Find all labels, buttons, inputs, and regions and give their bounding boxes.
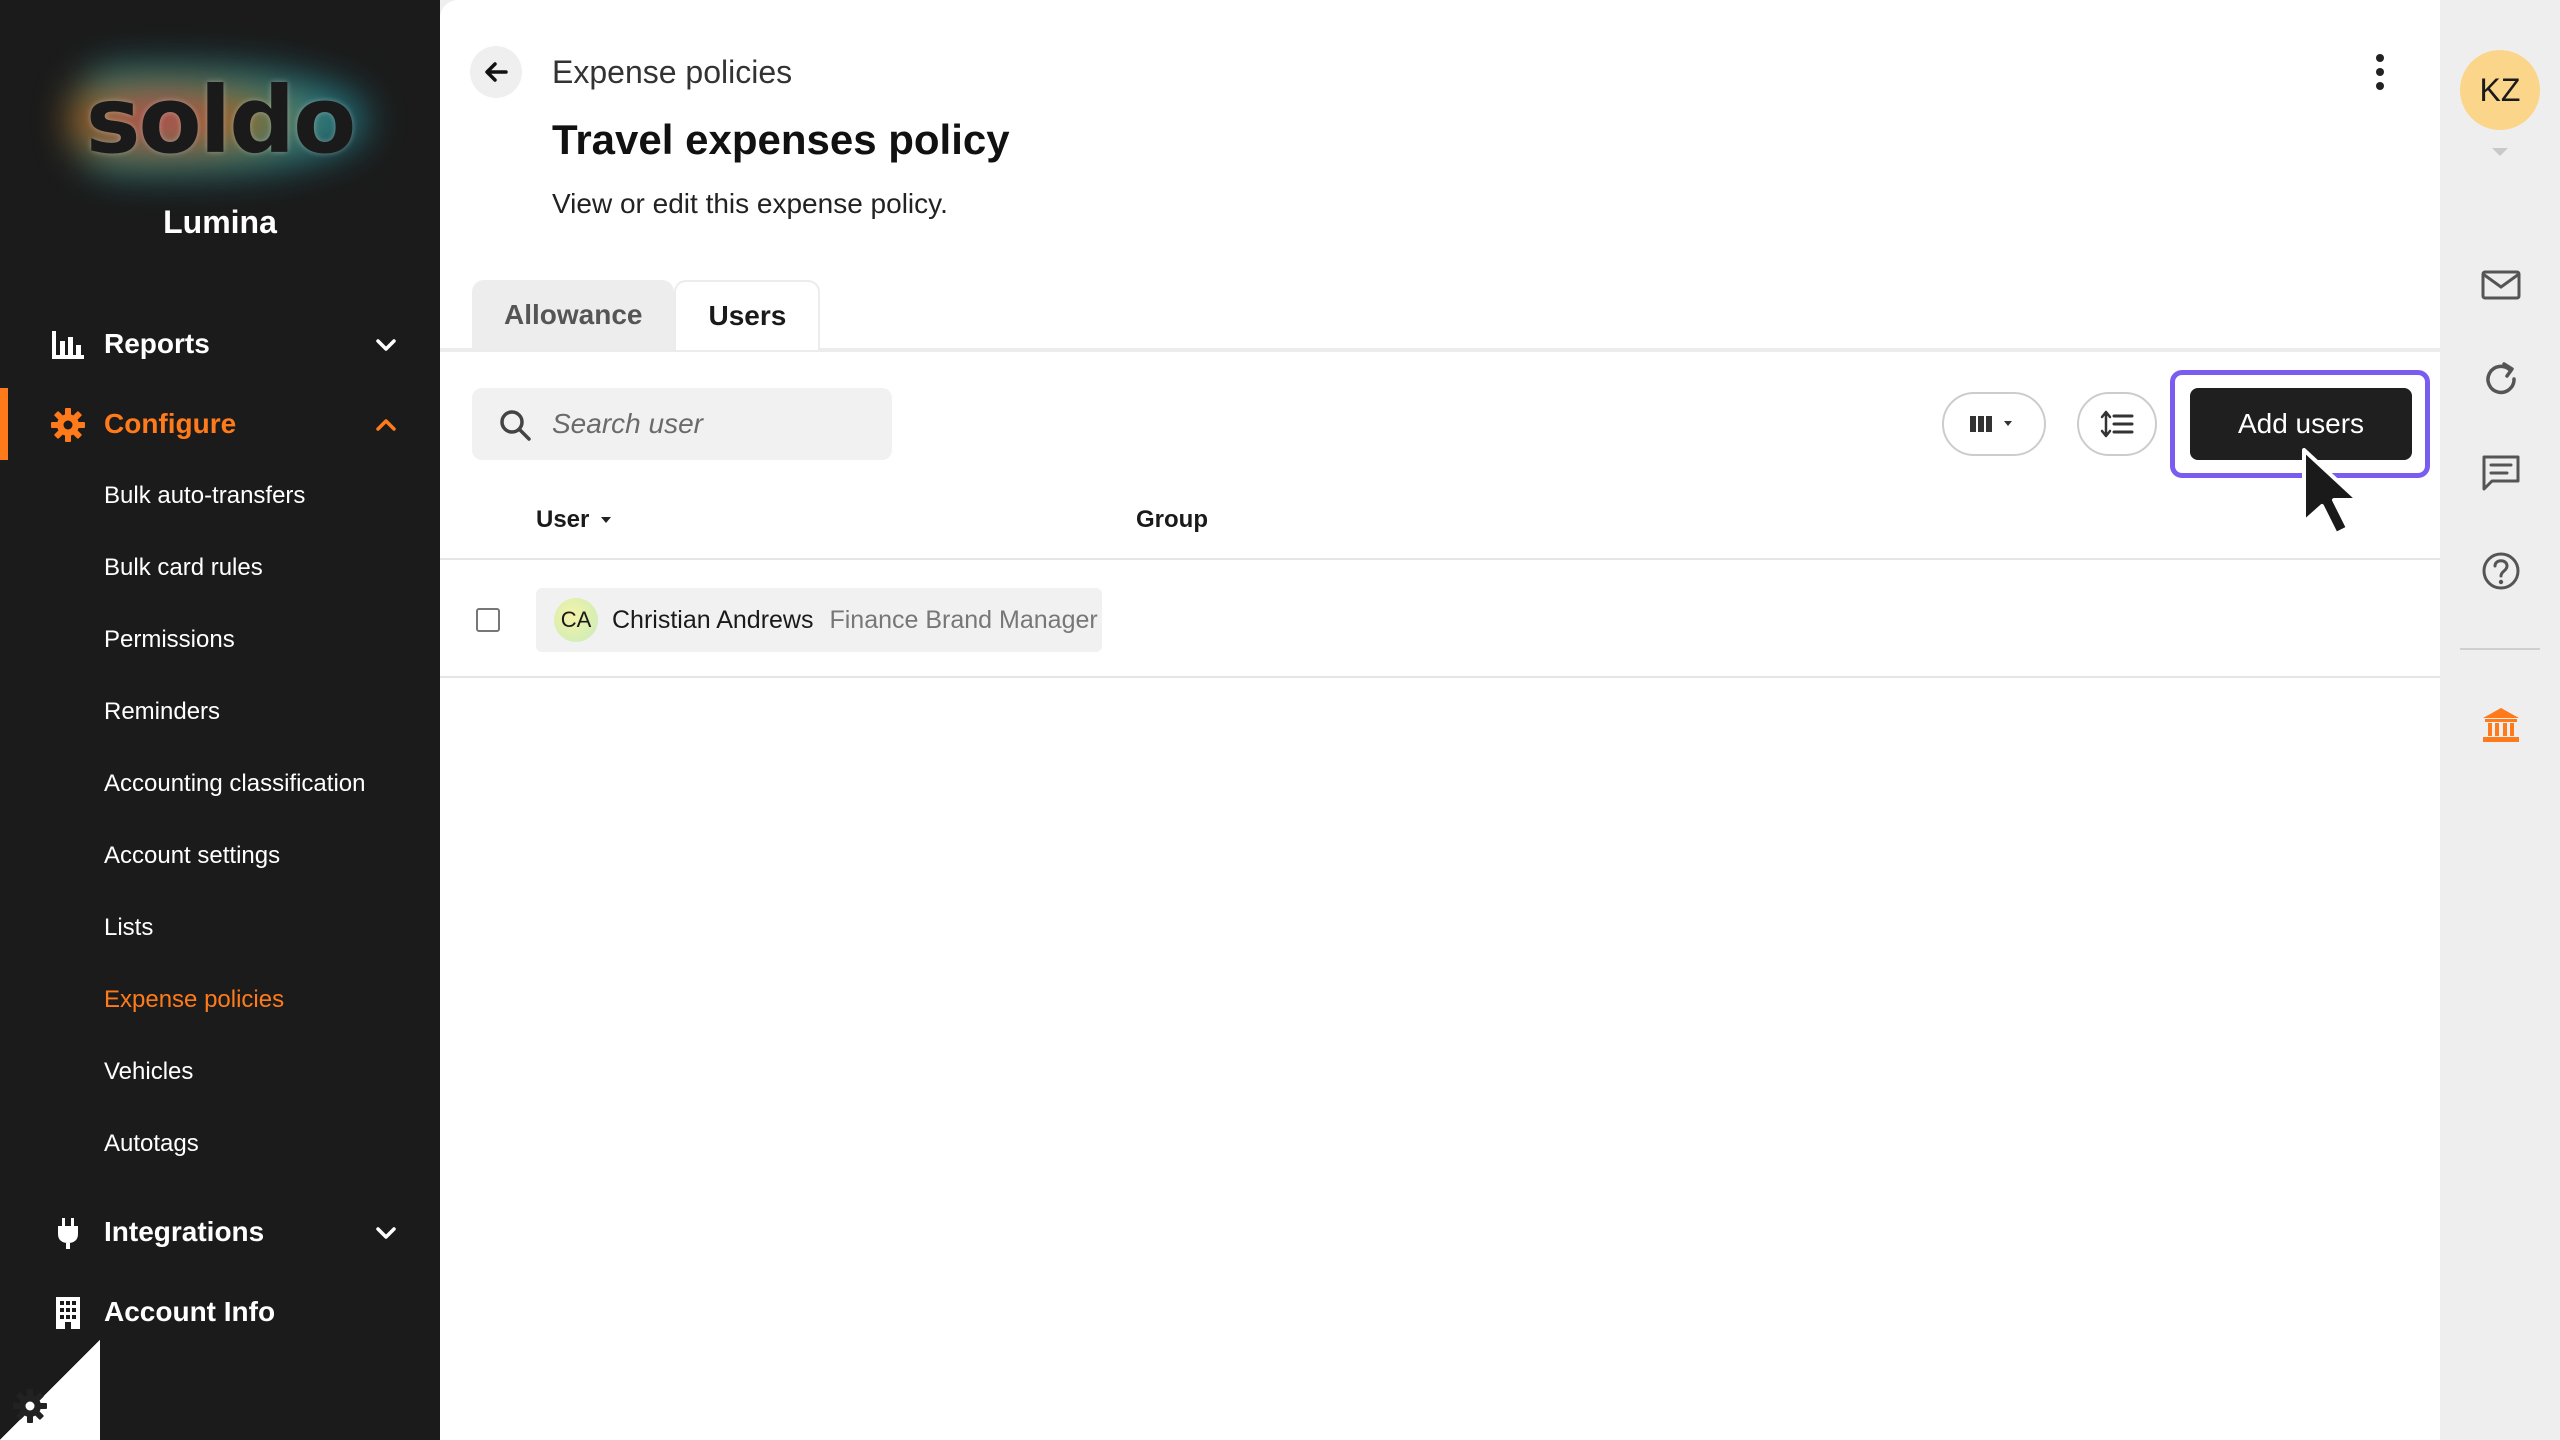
sidebar-item-account-settings[interactable]: Account settings bbox=[104, 836, 280, 876]
logo[interactable]: soldo bbox=[0, 40, 440, 200]
sidebar-item-permissions[interactable]: Permissions bbox=[104, 620, 235, 660]
nav-configure[interactable]: Configure bbox=[0, 389, 440, 459]
sort-list-icon bbox=[2100, 410, 2134, 438]
mail-icon[interactable] bbox=[2480, 264, 2522, 306]
avatar: CA bbox=[554, 598, 598, 642]
settings-gear-icon[interactable] bbox=[12, 1388, 48, 1424]
sidebar-item-bulk-card-rules[interactable]: Bulk card rules bbox=[104, 548, 263, 588]
mouse-cursor-icon bbox=[2302, 448, 2360, 536]
table-row-divider bbox=[440, 676, 2440, 678]
search-box[interactable] bbox=[472, 388, 892, 460]
chevron-down-icon bbox=[376, 1227, 396, 1239]
nav-reports[interactable]: Reports bbox=[0, 309, 440, 379]
page-subtitle: View or edit this expense policy. bbox=[552, 188, 948, 219]
back-button[interactable] bbox=[470, 46, 522, 98]
column-header-user-label: User bbox=[536, 506, 590, 533]
tabs: Allowance Users bbox=[472, 280, 821, 350]
nav-integrations-label: Integrations bbox=[104, 1216, 265, 1247]
table-header-divider bbox=[440, 558, 2440, 560]
tab-allowance[interactable]: Allowance bbox=[472, 280, 675, 350]
right-rail: KZ bbox=[2440, 0, 2560, 1440]
sidebar: soldo Lumina Reports Configure Bulk auto… bbox=[0, 0, 440, 1440]
nav-account-info[interactable]: Account Info bbox=[0, 1277, 440, 1347]
column-header-user[interactable]: User bbox=[536, 506, 617, 534]
sidebar-item-vehicles[interactable]: Vehicles bbox=[104, 1052, 193, 1092]
sidebar-item-expense-policies[interactable]: Expense policies bbox=[104, 980, 284, 1020]
caret-down-icon[interactable] bbox=[2490, 146, 2510, 158]
tab-users[interactable]: Users bbox=[674, 280, 821, 350]
main-panel: Expense policies Travel expenses policy … bbox=[440, 0, 2440, 1440]
more-options-icon[interactable] bbox=[2362, 50, 2398, 94]
rail-divider bbox=[2460, 648, 2540, 650]
nav-reports-label: Reports bbox=[104, 328, 210, 359]
user-role: Finance Brand Manager bbox=[829, 605, 1098, 634]
arrow-left-icon bbox=[485, 62, 508, 82]
breadcrumb[interactable]: Expense policies bbox=[552, 54, 792, 91]
sidebar-item-accounting-classification[interactable]: Accounting classification bbox=[104, 764, 365, 804]
columns-icon bbox=[1970, 416, 2012, 432]
sort-button[interactable] bbox=[2077, 392, 2157, 456]
search-input[interactable] bbox=[552, 402, 872, 446]
org-name: Lumina bbox=[163, 204, 277, 240]
table-row-user[interactable]: CA Christian Andrews Finance Brand Manag… bbox=[536, 588, 1102, 652]
plug-icon bbox=[58, 1218, 78, 1249]
page-title: Travel expenses policy bbox=[552, 116, 1010, 163]
building-icon bbox=[56, 1297, 80, 1329]
refresh-icon[interactable] bbox=[2480, 358, 2522, 400]
column-header-group[interactable]: Group bbox=[1136, 506, 1208, 534]
chevron-down-icon bbox=[376, 339, 396, 351]
gear-icon bbox=[51, 408, 85, 442]
row-checkbox[interactable] bbox=[476, 608, 500, 632]
bar-chart-icon bbox=[52, 331, 84, 359]
sidebar-item-lists[interactable]: Lists bbox=[104, 908, 153, 948]
bank-icon[interactable] bbox=[2480, 704, 2522, 746]
help-icon[interactable] bbox=[2480, 550, 2522, 592]
user-avatar[interactable]: KZ bbox=[2460, 50, 2540, 130]
chat-icon[interactable] bbox=[2480, 452, 2522, 494]
sidebar-item-autotags[interactable]: Autotags bbox=[104, 1124, 199, 1164]
columns-button[interactable] bbox=[1942, 392, 2046, 456]
logo-text: soldo bbox=[85, 66, 357, 174]
sidebar-item-bulk-auto-transfers[interactable]: Bulk auto-transfers bbox=[104, 476, 305, 516]
chevron-up-icon bbox=[376, 419, 396, 431]
nav-configure-label: Configure bbox=[104, 408, 237, 439]
search-icon bbox=[500, 410, 531, 441]
sort-caret-icon bbox=[601, 517, 612, 523]
user-name: Christian Andrews bbox=[612, 605, 814, 634]
nav-account-info-label: Account Info bbox=[104, 1296, 276, 1327]
sidebar-item-reminders[interactable]: Reminders bbox=[104, 692, 220, 732]
nav-integrations[interactable]: Integrations bbox=[0, 1197, 440, 1267]
